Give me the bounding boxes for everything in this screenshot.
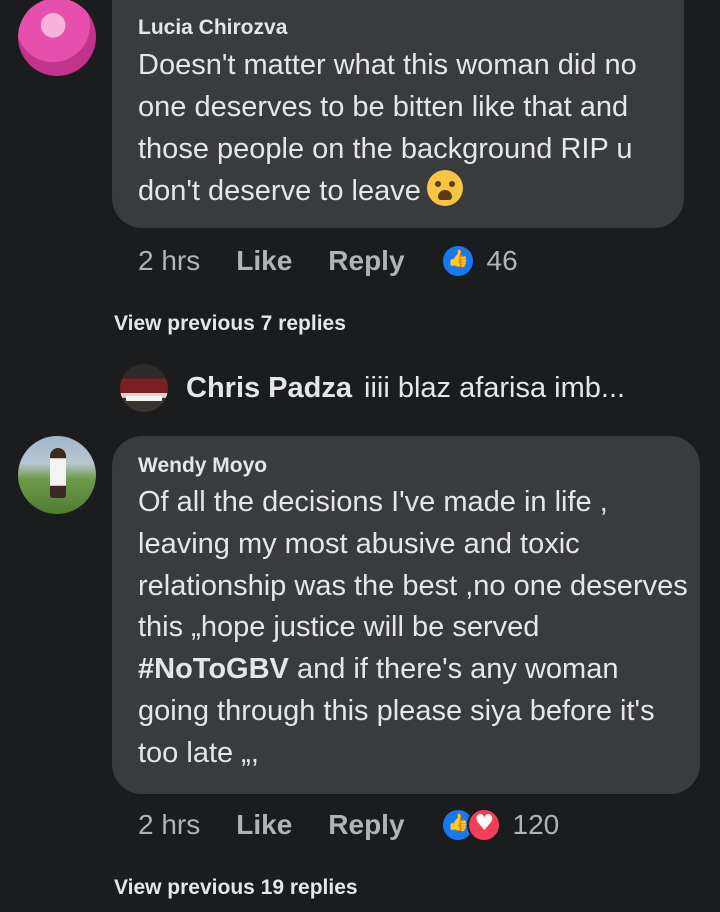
reaction-count: 46 <box>486 245 518 276</box>
comment-actions: 2 hrs Like Reply 120 <box>138 808 559 842</box>
avatar-wendy-moyo[interactable] <box>18 436 96 514</box>
like-button[interactable]: Like <box>236 245 292 277</box>
reaction-summary[interactable]: 46 <box>440 244 518 278</box>
crying-face-icon <box>426 170 463 207</box>
reply-preview[interactable]: Chris Padza iiii blaz afarisa imb... <box>186 372 625 405</box>
comment-timestamp[interactable]: 2 hrs <box>138 245 200 277</box>
love-reaction-icon <box>466 808 501 842</box>
reaction-summary[interactable]: 120 <box>440 808 560 842</box>
like-button[interactable]: Like <box>236 809 292 841</box>
comment-actions: 2 hrs Like Reply 46 <box>138 244 518 278</box>
comment-text: Of all the decisions I've made in life ,… <box>138 486 688 769</box>
reply-text: iiii blaz afarisa imb... <box>364 372 626 404</box>
like-reaction-icon <box>440 244 475 278</box>
hashtag-link[interactable]: #NoToGBV <box>138 653 289 685</box>
comment-text: Doesn't matter what this woman did no on… <box>138 49 637 208</box>
reply-button[interactable]: Reply <box>328 809 404 841</box>
reply-author[interactable]: Chris Padza <box>186 372 352 405</box>
reaction-count: 120 <box>512 809 560 840</box>
reply-button[interactable]: Reply <box>328 245 404 277</box>
view-previous-replies-link[interactable]: View previous 7 replies <box>114 312 346 336</box>
comment-timestamp[interactable]: 2 hrs <box>138 809 200 841</box>
avatar-lucia-chirozva[interactable] <box>18 0 96 76</box>
comment-author[interactable]: Lucia Chirozva <box>138 16 287 40</box>
comment-author[interactable]: Wendy Moyo <box>138 454 267 478</box>
avatar-chris-padza[interactable] <box>120 364 168 412</box>
view-previous-replies-link[interactable]: View previous 19 replies <box>114 876 358 900</box>
